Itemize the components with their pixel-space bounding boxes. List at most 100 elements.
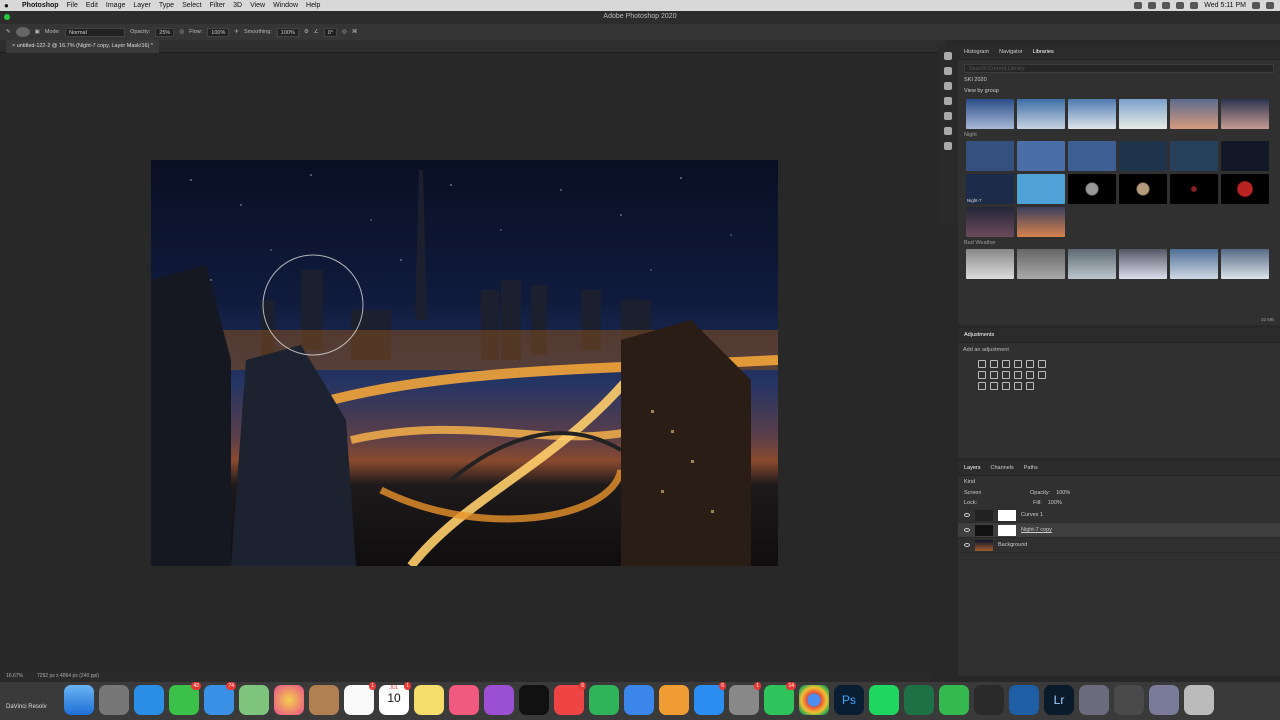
library-item[interactable] <box>1068 174 1116 204</box>
music-icon[interactable] <box>449 685 479 715</box>
library-item[interactable] <box>1119 141 1167 171</box>
messages-icon[interactable]: 42 <box>169 682 201 715</box>
flow-field[interactable]: 100% <box>207 27 230 37</box>
group-label-bad-weather[interactable]: Bad Weather <box>964 240 1274 246</box>
system-preferences-icon[interactable]: 1 <box>729 682 761 715</box>
layer-opacity-field[interactable]: 100% <box>1056 490 1070 496</box>
tab-histogram[interactable]: Histogram <box>964 49 989 55</box>
gradient-map-icon[interactable] <box>1014 382 1022 390</box>
layer-thumbnail[interactable] <box>975 524 993 536</box>
clone-source-icon[interactable] <box>944 142 952 150</box>
trash-icon[interactable] <box>1184 685 1214 715</box>
library-item[interactable] <box>1119 249 1167 279</box>
angle-field[interactable]: 0° <box>323 27 337 37</box>
library-item[interactable] <box>1017 207 1065 237</box>
podcasts-icon[interactable] <box>484 685 514 715</box>
menu-extras-icon[interactable] <box>1266 2 1274 9</box>
window-zoom-button[interactable] <box>4 14 10 20</box>
gear-icon[interactable]: ⚙ <box>304 29 309 35</box>
library-item[interactable] <box>966 141 1014 171</box>
app-icon[interactable] <box>1009 685 1039 715</box>
apple-icon[interactable]: ● <box>4 1 14 10</box>
library-item[interactable] <box>1017 249 1065 279</box>
library-item[interactable] <box>1170 99 1218 129</box>
layer-row[interactable]: Background <box>958 538 1280 553</box>
brightness-icon[interactable] <box>978 360 986 368</box>
menu-filter[interactable]: Filter <box>210 2 226 9</box>
lookup-icon[interactable] <box>1038 371 1046 379</box>
whatsapp-icon[interactable]: 14 <box>764 682 796 715</box>
view-by-select[interactable]: View by group <box>964 88 1274 97</box>
tab-paths[interactable]: Paths <box>1024 465 1038 471</box>
tab-navigator[interactable]: Navigator <box>999 49 1023 55</box>
status-icon[interactable] <box>1162 2 1171 9</box>
menu-view[interactable]: View <box>250 2 265 9</box>
library-item[interactable] <box>1068 249 1116 279</box>
search-icon[interactable] <box>1252 2 1260 9</box>
play-icon[interactable] <box>944 67 952 75</box>
layer-name[interactable]: Night-7 copy <box>1021 527 1052 533</box>
layer-comps-icon[interactable] <box>944 82 952 90</box>
posterize-icon[interactable] <box>990 382 998 390</box>
brush-tool-icon[interactable]: ✎ <box>6 29 11 35</box>
triangle-icon[interactable] <box>1038 360 1046 368</box>
library-item[interactable] <box>966 99 1014 129</box>
layer-filter-kind[interactable]: Kind <box>964 479 975 485</box>
library-item[interactable] <box>1017 141 1065 171</box>
davinci-resolve-icon[interactable] <box>974 685 1004 715</box>
library-item[interactable] <box>966 249 1014 279</box>
brush-settings-icon[interactable]: ▣ <box>35 29 40 35</box>
pages-icon[interactable] <box>659 685 689 715</box>
library-item[interactable] <box>1017 174 1065 204</box>
library-item[interactable] <box>966 207 1014 237</box>
library-search-input[interactable]: Search Current Library <box>964 64 1274 73</box>
mode-select[interactable]: Normal <box>65 27 126 37</box>
opacity-field[interactable]: 25% <box>155 27 175 37</box>
library-item[interactable] <box>1170 141 1218 171</box>
numbers-icon[interactable] <box>589 685 619 715</box>
library-item[interactable] <box>1119 99 1167 129</box>
brush-preset-picker[interactable] <box>15 27 30 37</box>
battery-icon[interactable] <box>1190 2 1199 9</box>
maps-icon[interactable] <box>239 685 269 715</box>
folder-stack-icon[interactable] <box>1149 685 1179 715</box>
photos-icon[interactable] <box>274 685 304 715</box>
tab-channels[interactable]: Channels <box>991 465 1014 471</box>
spotify-icon[interactable] <box>869 685 899 715</box>
clock[interactable]: Wed 5:11 PM <box>1204 2 1246 9</box>
lightroom-icon[interactable]: Lr <box>1044 685 1074 715</box>
layer-name[interactable]: Curves 1 <box>1021 512 1043 518</box>
vibrance-icon[interactable] <box>1026 360 1034 368</box>
library-item[interactable] <box>1119 174 1167 204</box>
menu-image[interactable]: Image <box>106 2 125 9</box>
curves-icon[interactable] <box>1002 360 1010 368</box>
layer-thumbnail[interactable] <box>975 539 993 551</box>
library-item[interactable] <box>1221 249 1269 279</box>
layer-mask-thumbnail[interactable] <box>998 509 1016 521</box>
reminders-icon[interactable]: 1 <box>344 682 376 715</box>
safari-icon[interactable] <box>134 685 164 715</box>
group-label-night[interactable]: Night <box>964 132 1274 138</box>
keynote-icon[interactable] <box>624 685 654 715</box>
app-icon[interactable] <box>1114 685 1144 715</box>
smoothing-field[interactable]: 100% <box>276 27 299 37</box>
color-balance-icon[interactable] <box>990 371 998 379</box>
blend-mode-select[interactable]: Screen <box>964 490 1024 496</box>
tab-adjustments[interactable]: Adjustments <box>964 332 994 338</box>
excel-icon[interactable] <box>904 685 934 715</box>
pressure-opacity-icon[interactable]: ◎ <box>179 29 184 35</box>
properties-icon[interactable] <box>944 127 952 135</box>
library-item[interactable] <box>1221 174 1269 204</box>
layer-row[interactable]: Curves 1 <box>958 508 1280 523</box>
library-item[interactable] <box>1170 249 1218 279</box>
menu-window[interactable]: Window <box>273 2 298 9</box>
app-menu[interactable]: Photoshop <box>22 2 59 9</box>
eye-icon[interactable] <box>964 543 970 547</box>
menu-layer[interactable]: Layer <box>133 2 151 9</box>
threshold-icon[interactable] <box>1002 382 1010 390</box>
appstore-icon[interactable]: 6 <box>694 682 726 715</box>
eye-icon[interactable] <box>964 528 970 532</box>
document-tab[interactable]: × untitled-122-2 @ 16.7% (Night-7 copy, … <box>6 40 160 53</box>
exposure-icon[interactable] <box>1014 360 1022 368</box>
library-item[interactable] <box>1017 99 1065 129</box>
